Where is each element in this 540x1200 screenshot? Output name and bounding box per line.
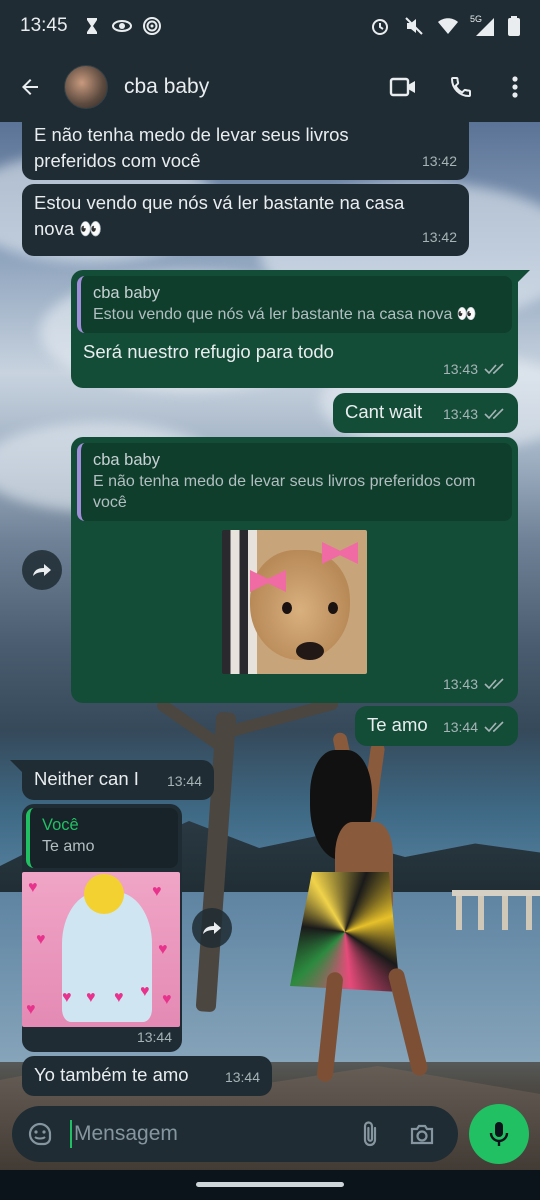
message-text: Neither can I: [34, 768, 139, 789]
message-bubble-incoming[interactable]: Neither can I 13:44: [22, 760, 214, 800]
quote-text: Estou vendo que nós vá ler bastante na c…: [93, 306, 477, 323]
mute-icon: [405, 17, 423, 35]
voice-message-button[interactable]: [469, 1104, 529, 1164]
quoted-message[interactable]: cba baby E não tenha medo de levar seus …: [77, 443, 512, 521]
wifi-icon: [438, 18, 458, 34]
message-bubble-incoming[interactable]: Estou vendo que nós vá ler bastante na c…: [22, 184, 469, 256]
video-call-icon: [389, 77, 415, 97]
message-bubble-outgoing-reply[interactable]: cba baby Estou vendo que nós vá ler bast…: [71, 270, 518, 388]
message-time: 13:44: [442, 719, 478, 735]
quote-author: Você: [42, 816, 79, 834]
message-bubble-outgoing[interactable]: Te amo 13:44: [355, 706, 518, 746]
message-input[interactable]: [74, 1122, 344, 1146]
system-nav-bar: [0, 1170, 540, 1200]
message-time: 13:42: [421, 229, 457, 245]
sticker-icon: [28, 1122, 52, 1146]
message-text: Cant wait: [345, 401, 423, 422]
avatar[interactable]: [64, 65, 108, 109]
hourglass-icon: [86, 18, 97, 34]
phone-icon: [450, 77, 471, 98]
attach-icon: [363, 1121, 377, 1147]
message-time: 13:42: [421, 153, 457, 169]
message-text: E não tenha medo de levar seus livros pr…: [34, 124, 349, 171]
quote-author: cba baby: [93, 284, 160, 302]
message-text: Te amo: [367, 714, 428, 735]
forward-button[interactable]: [192, 908, 232, 948]
quoted-message[interactable]: cba baby Estou vendo que nós vá ler bast…: [77, 276, 512, 333]
message-bubble-incoming[interactable]: Yo também te amo 13:44: [22, 1056, 272, 1096]
homer-sticker[interactable]: ♥ ♥ ♥ ♥ ♥ ♥ ♥ ♥ ♥ ♥: [22, 872, 180, 1027]
signal-5g-icon: 5G: [470, 14, 494, 36]
alarm-icon: [372, 19, 388, 35]
eye-icon: [111, 20, 132, 32]
target-icon: [142, 17, 161, 35]
mic-icon: [489, 1122, 509, 1146]
gesture-handle[interactable]: [196, 1182, 344, 1187]
quote-text: E não tenha medo de levar seus livros pr…: [93, 473, 476, 511]
quoted-message[interactable]: Você Te amo: [26, 808, 178, 868]
message-composer: [12, 1106, 458, 1162]
status-bar: 13:45 5G: [0, 0, 540, 52]
quote-author: cba baby: [93, 451, 160, 469]
attach-button[interactable]: [344, 1106, 396, 1162]
message-time: 13:44: [166, 773, 202, 789]
message-text: Yo também te amo: [34, 1064, 189, 1085]
double-check-icon: [484, 408, 504, 420]
more-vert-icon: [512, 76, 518, 98]
double-check-icon: [484, 721, 504, 733]
forward-icon: [203, 922, 221, 934]
message-bubble-outgoing[interactable]: Cant wait 13:43: [333, 393, 518, 433]
forward-icon: [33, 564, 51, 576]
contact-name[interactable]: cba baby: [124, 75, 209, 99]
camera-button[interactable]: [396, 1106, 448, 1162]
message-time: 13:43: [442, 676, 478, 692]
puppy-sticker[interactable]: [222, 530, 367, 674]
status-time: 13:45: [20, 15, 68, 36]
quote-text: Te amo: [42, 838, 95, 855]
camera-icon: [410, 1124, 434, 1145]
arrow-back-icon: [22, 79, 38, 95]
more-options-button[interactable]: [490, 52, 540, 122]
forward-button[interactable]: [22, 550, 62, 590]
battery-icon: [508, 16, 520, 36]
message-bubble-incoming[interactable]: E não tenha medo de levar seus livros pr…: [22, 112, 469, 180]
double-check-icon: [484, 678, 504, 690]
message-time: 13:43: [442, 361, 478, 377]
message-time: 13:44: [224, 1069, 260, 1085]
message-time: 13:43: [442, 406, 478, 422]
sticker-button[interactable]: [12, 1106, 68, 1162]
double-check-icon: [484, 363, 504, 375]
message-time: 13:44: [136, 1029, 172, 1045]
message-text: Estou vendo que nós vá ler bastante na c…: [34, 192, 405, 239]
text-cursor: [70, 1120, 72, 1148]
